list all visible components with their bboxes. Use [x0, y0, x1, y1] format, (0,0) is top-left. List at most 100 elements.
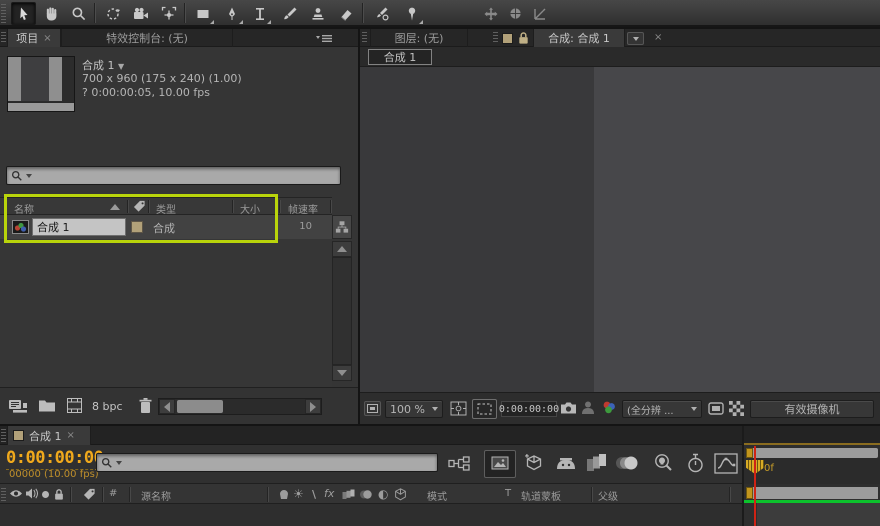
type-tool-button[interactable] — [247, 2, 272, 25]
quality-icon[interactable]: \ — [312, 488, 316, 501]
viewer-tab[interactable]: 合成 1 — [368, 49, 432, 65]
motion-blur-icon[interactable] — [616, 454, 640, 472]
panel-grip[interactable] — [362, 32, 367, 44]
label-column-icon[interactable] — [83, 488, 96, 501]
sort-ascending-icon[interactable] — [110, 204, 120, 210]
panel-grip[interactable] — [493, 32, 498, 44]
comp-mini-flowchart-icon[interactable] — [448, 456, 470, 471]
label-color-swatch[interactable] — [131, 221, 143, 233]
live-update-button[interactable] — [484, 450, 516, 478]
viewer-pasteboard[interactable] — [360, 67, 594, 392]
tab-project[interactable]: 项目 × — [7, 29, 61, 47]
search-options-icon[interactable] — [26, 173, 32, 178]
audio-icon[interactable] — [25, 487, 38, 500]
project-search-box[interactable] — [6, 166, 341, 185]
show-channels-icon[interactable] — [601, 400, 617, 415]
bit-depth-control[interactable]: 8 bpc — [92, 400, 123, 413]
hscroll-right-button[interactable] — [305, 399, 321, 414]
flowchart-icon[interactable] — [332, 215, 352, 239]
layer-list-empty-area[interactable] — [0, 504, 742, 526]
panel-menu-icon[interactable] — [316, 34, 333, 43]
current-timecode[interactable]: 0:00:00:00 — [6, 448, 104, 470]
timeline-search-input[interactable] — [125, 456, 433, 469]
interpret-footage-icon[interactable] — [8, 398, 28, 414]
work-area-bar[interactable] — [746, 487, 878, 499]
region-of-interest-button[interactable] — [472, 399, 497, 419]
layer-track-area[interactable] — [757, 503, 880, 526]
column-source-name[interactable]: 源名称 — [141, 488, 171, 503]
column-track-matte[interactable]: 轨道蒙板 — [521, 488, 561, 503]
column-mode[interactable]: 模式 — [427, 488, 447, 503]
column-name[interactable]: 名称 — [14, 201, 34, 216]
rectangle-tool-button[interactable] — [190, 2, 215, 25]
current-time-indicator-line[interactable] — [754, 446, 756, 526]
camera-tool-button[interactable] — [128, 2, 153, 25]
column-index[interactable]: # — [109, 488, 117, 499]
collapse-transformations-icon[interactable]: ☀ — [293, 487, 304, 501]
column-parent[interactable]: 父级 — [598, 488, 618, 503]
puppet-pin-tool-button[interactable] — [399, 2, 424, 25]
motion-blur-switch-icon[interactable] — [359, 489, 373, 500]
always-preview-icon[interactable] — [364, 401, 381, 416]
tab-close-icon[interactable]: × — [67, 430, 75, 441]
delete-icon[interactable] — [138, 397, 153, 414]
selection-tool-button[interactable] — [11, 2, 36, 25]
zoom-tool-button[interactable] — [66, 2, 91, 25]
3d-layer-icon[interactable] — [394, 488, 407, 501]
local-axis-mode-button[interactable] — [478, 2, 503, 25]
label-column-icon[interactable] — [133, 200, 146, 213]
panel-grip[interactable] — [1, 488, 6, 501]
pen-tool-button[interactable] — [219, 2, 244, 25]
view-axis-mode-button[interactable] — [527, 2, 552, 25]
hide-shy-layers-icon[interactable] — [556, 457, 576, 470]
comp-thumbnail[interactable] — [7, 56, 75, 112]
comp-timecode-field[interactable]: 0:00:00:00 — [499, 401, 559, 417]
viewer-close-icon[interactable]: × — [654, 32, 662, 43]
brainstorm-icon[interactable] — [652, 453, 674, 474]
frame-blending-icon[interactable] — [586, 453, 608, 473]
timeline-search-box[interactable] — [96, 453, 438, 472]
adjustment-layer-icon[interactable]: ◐ — [378, 487, 388, 501]
column-size[interactable]: 大小 — [240, 201, 260, 216]
shy-switch-icon[interactable] — [277, 489, 291, 500]
hand-tool-button[interactable] — [39, 2, 64, 25]
project-search-input[interactable] — [35, 169, 336, 182]
scroll-down-button[interactable] — [332, 365, 352, 381]
frame-blend-switch-icon[interactable] — [342, 489, 355, 500]
column-t[interactable]: T — [505, 488, 511, 499]
clone-stamp-tool-button[interactable] — [305, 2, 330, 25]
search-options-icon[interactable] — [116, 460, 122, 465]
snapshot-camera-icon[interactable] — [560, 401, 577, 415]
tab-composition[interactable]: 合成: 合成 1 — [533, 29, 625, 47]
project-vscroll-track[interactable] — [332, 257, 352, 365]
frame-info[interactable]: 00000 (10.00 fps) — [9, 469, 99, 480]
toolbar-grip[interactable] — [1, 4, 6, 23]
solo-icon[interactable] — [42, 491, 49, 498]
time-ruler[interactable]: 0f — [744, 458, 880, 484]
panel-grip[interactable] — [1, 429, 6, 442]
eraser-tool-button[interactable] — [333, 2, 358, 25]
brush-tool-button[interactable] — [277, 2, 302, 25]
auto-keyframe-icon[interactable] — [686, 453, 705, 474]
viewer-composition-area[interactable] — [594, 67, 880, 392]
draft-3d-icon[interactable] — [522, 453, 544, 473]
work-area-start-handle[interactable] — [746, 487, 753, 499]
roto-brush-tool-button[interactable] — [369, 2, 394, 25]
pan-behind-tool-button[interactable] — [156, 2, 181, 25]
scroll-up-button[interactable] — [332, 241, 352, 257]
time-navigator-start-handle[interactable] — [746, 448, 753, 458]
table-row[interactable]: 合成 1 合成 10 — [0, 215, 332, 239]
tab-layer[interactable]: 图层: (无) — [370, 29, 468, 47]
new-folder-icon[interactable] — [38, 398, 56, 413]
view-camera-dropdown[interactable]: 有效摄像机 — [750, 400, 874, 418]
timeline-tab[interactable]: 合成 1 × — [7, 426, 91, 445]
viewer-dropdown-button[interactable] — [627, 32, 644, 45]
effects-icon[interactable]: fx — [324, 487, 334, 500]
new-composition-icon[interactable] — [66, 397, 83, 414]
expand-arrow-icon[interactable]: ▼ — [118, 62, 124, 71]
time-navigator-bar[interactable] — [746, 448, 878, 458]
magnification-dropdown[interactable]: 100 % — [385, 400, 443, 418]
world-axis-mode-button[interactable] — [503, 2, 528, 25]
video-visibility-icon[interactable] — [9, 488, 23, 499]
item-name-edit-field[interactable]: 合成 1 — [32, 218, 126, 236]
